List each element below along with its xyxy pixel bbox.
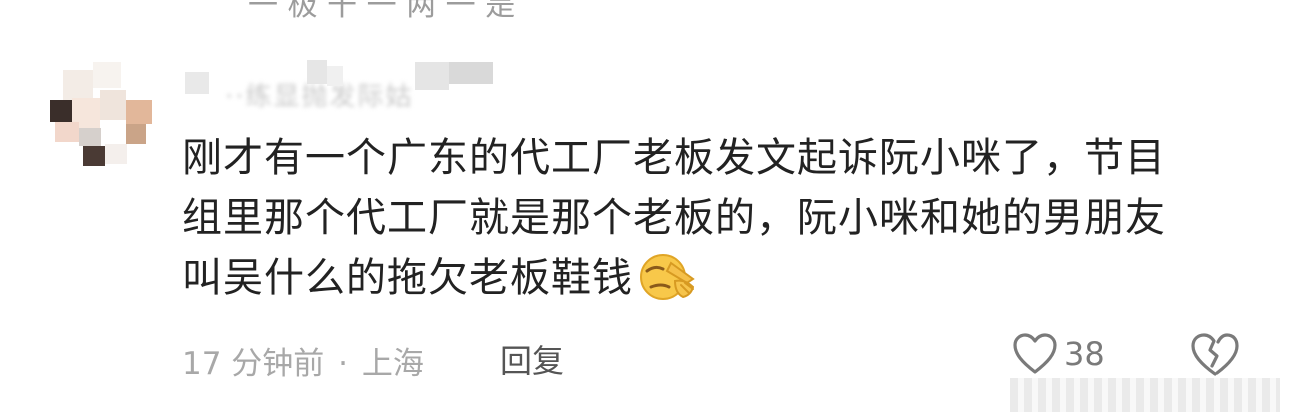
comment-body: 刚才有一个广东的代工厂老板发文起诉阮小咪了，节目 组里那个代工厂就是那个老板的，… [182,128,1262,308]
comment-line: 组里那个代工厂就是那个老板的，阮小咪和她的男朋友 [182,195,1166,241]
previous-comment-fragment: 一 极 干 一 两 一 是 [248,0,516,23]
comment-meta: 17 分钟前 · 上海 [182,338,424,383]
meta-separator: · [338,346,349,382]
comment-location: 上海 [361,346,424,382]
comment-time: 17 分钟前 [182,346,325,382]
avatar[interactable] [45,60,165,170]
like-button[interactable]: 38 [1012,332,1105,376]
facepalm-emoji-icon [640,254,695,300]
broken-heart-outline-icon [1191,333,1239,376]
dislike-button[interactable] [1190,332,1240,382]
username[interactable]: ··练显抛发际姑 [185,58,505,112]
reply-button[interactable]: 回复 [500,336,564,382]
watermark [1010,378,1280,412]
like-count: 38 [1064,335,1105,373]
heart-outline-icon [1013,333,1057,374]
comment-line: 叫吴什么的拖欠老板鞋钱 [182,255,633,301]
comment-line: 刚才有一个广东的代工厂老板发文起诉阮小咪了，节目 [182,135,1166,181]
